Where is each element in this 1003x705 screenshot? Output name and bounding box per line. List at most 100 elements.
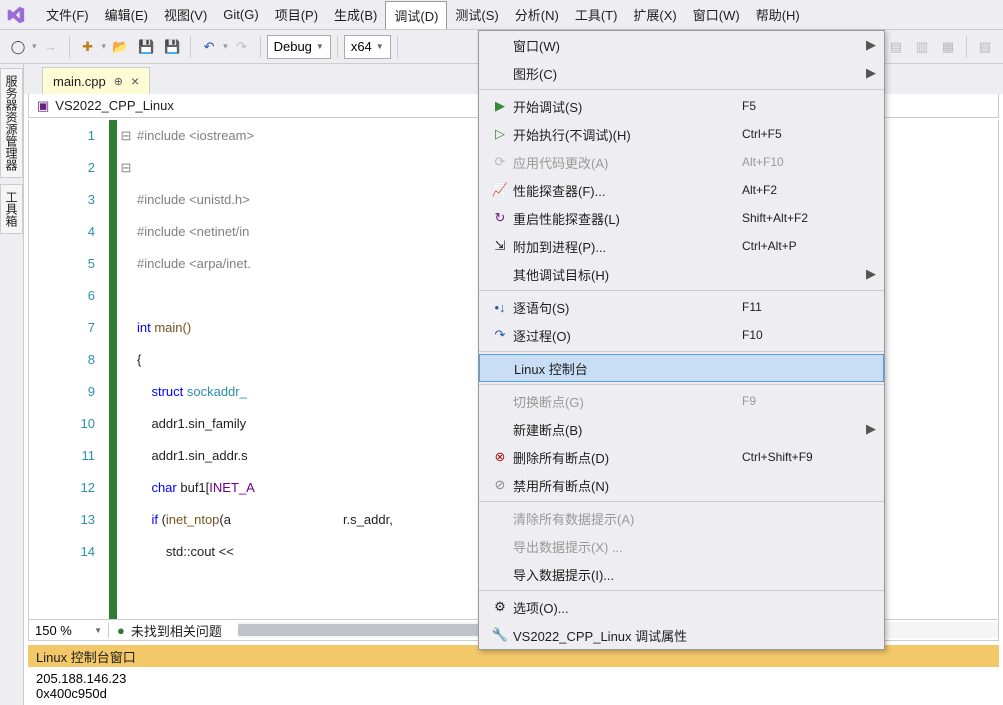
save-all-icon[interactable]: 💾 xyxy=(160,35,184,59)
zoom-dropdown[interactable]: 150 %▼ xyxy=(29,623,109,638)
issues-indicator[interactable]: ●未找到相关问题 xyxy=(109,621,230,640)
nav-back-icon[interactable]: ◯ xyxy=(6,35,30,59)
menu-item[interactable]: ▷开始执行(不调试)(H)Ctrl+F5 xyxy=(479,120,884,148)
menu-item-label: 重启性能探查器(L) xyxy=(513,209,742,228)
menu-item-label: 开始调试(S) xyxy=(513,97,742,116)
cpp-icon: ▣ xyxy=(37,98,49,114)
crumb-project: VS2022_CPP_Linux xyxy=(55,98,174,113)
step-over-icon: ↷ xyxy=(487,327,513,343)
menu-item: 切换断点(G)F9 xyxy=(479,387,884,415)
file-tab-main-cpp[interactable]: main.cpp ⊕ × xyxy=(42,67,150,94)
pin-icon[interactable]: ⊕ xyxy=(114,75,123,88)
menu-item[interactable]: ⊘禁用所有断点(N) xyxy=(479,471,884,499)
nav-fwd-icon: → xyxy=(39,35,63,59)
menu-item[interactable]: 新建断点(B) ▶ xyxy=(479,415,884,443)
vs-logo-icon xyxy=(4,5,32,25)
menu-item-label: 新建断点(B) xyxy=(513,420,742,439)
change-bar xyxy=(109,120,117,619)
undo-icon[interactable]: ↶ xyxy=(197,35,221,59)
menu-item-shortcut: F9 xyxy=(742,394,862,408)
menu-item-shortcut: F10 xyxy=(742,328,862,342)
menu-extensions[interactable]: 扩展(X) xyxy=(625,1,684,28)
perf-restart-icon: ↻ xyxy=(487,210,513,226)
menu-item-label: Linux 控制台 xyxy=(514,359,741,378)
menu-item-shortcut: F11 xyxy=(742,300,862,314)
tool-icon-5: ▧ xyxy=(973,35,997,59)
menu-item-label: 窗口(W) xyxy=(513,36,742,55)
dis-bp-icon: ⊘ xyxy=(487,477,513,493)
menu-item: 清除所有数据提示(A) xyxy=(479,504,884,532)
menu-item[interactable]: ⊗删除所有断点(D)Ctrl+Shift+F9 xyxy=(479,443,884,471)
config-dropdown[interactable]: Debug▼ xyxy=(267,35,331,59)
tool-icon-3: ▥ xyxy=(910,35,934,59)
menu-item[interactable]: ⇲附加到进程(P)...Ctrl+Alt+P xyxy=(479,232,884,260)
open-icon[interactable]: 📂 xyxy=(108,35,132,59)
console-line: 0x400c950d xyxy=(36,686,991,701)
menu-item-shortcut: Alt+F10 xyxy=(742,155,862,169)
menu-item-label: 清除所有数据提示(A) xyxy=(513,509,742,528)
menu-item-shortcut: Ctrl+Shift+F9 xyxy=(742,450,862,464)
menu-item[interactable]: 📈性能探查器(F)...Alt+F2 xyxy=(479,176,884,204)
dock-server-explorer[interactable]: 服务器资源管理器 xyxy=(0,68,23,178)
menu-item[interactable]: •↓逐语句(S)F11 xyxy=(479,293,884,321)
menu-item-label: 选项(O)... xyxy=(513,598,742,617)
menu-item[interactable]: ↻重启性能探查器(L)Shift+Alt+F2 xyxy=(479,204,884,232)
menu-item-label: 逐过程(O) xyxy=(513,326,742,345)
play-green-icon: ▶ xyxy=(487,98,513,114)
menu-item[interactable]: 图形(C) ▶ xyxy=(479,59,884,87)
menu-file[interactable]: 文件(F) xyxy=(38,1,97,28)
submenu-arrow-icon: ▶ xyxy=(862,65,876,81)
menu-item-label: 导入数据提示(I)... xyxy=(513,565,742,584)
menubar: 文件(F) 编辑(E) 视图(V) Git(G) 项目(P) 生成(B) 调试(… xyxy=(0,0,1003,30)
menu-build[interactable]: 生成(B) xyxy=(326,1,385,28)
attach-icon: ⇲ xyxy=(487,238,513,254)
menu-window[interactable]: 窗口(W) xyxy=(685,1,748,28)
line-gutter: 1234567891011121314 xyxy=(29,120,109,619)
menu-analyze[interactable]: 分析(N) xyxy=(507,1,567,28)
menu-item-label: VS2022_CPP_Linux 调试属性 xyxy=(513,626,742,645)
menu-item[interactable]: 🔧VS2022_CPP_Linux 调试属性 xyxy=(479,621,884,649)
close-icon[interactable]: × xyxy=(131,73,139,89)
menu-item-shortcut: Ctrl+F5 xyxy=(742,127,862,141)
menu-debug[interactable]: 调试(D) xyxy=(385,1,447,29)
menu-item-label: 性能探查器(F)... xyxy=(513,181,742,200)
menu-item[interactable]: ⚙选项(O)... xyxy=(479,593,884,621)
play-outline-icon: ▷ xyxy=(487,126,513,142)
submenu-arrow-icon: ▶ xyxy=(862,266,876,282)
menu-item-shortcut: F5 xyxy=(742,99,862,113)
submenu-arrow-icon: ▶ xyxy=(862,37,876,53)
menu-item[interactable]: 导入数据提示(I)... xyxy=(479,560,884,588)
new-file-icon[interactable]: ✚ xyxy=(76,35,100,59)
menu-item: 导出数据提示(X) ... xyxy=(479,532,884,560)
menu-item-label: 切换断点(G) xyxy=(513,392,742,411)
platform-dropdown[interactable]: x64▼ xyxy=(344,35,391,59)
submenu-arrow-icon: ▶ xyxy=(862,421,876,437)
menu-view[interactable]: 视图(V) xyxy=(156,1,215,28)
menu-git[interactable]: Git(G) xyxy=(215,3,266,26)
redo-icon: ↷ xyxy=(230,35,254,59)
menu-test[interactable]: 测试(S) xyxy=(447,1,506,28)
menu-item-label: 导出数据提示(X) ... xyxy=(513,537,742,556)
menu-edit[interactable]: 编辑(E) xyxy=(97,1,156,28)
menu-item-shortcut: Ctrl+Alt+P xyxy=(742,239,862,253)
refresh-dis-icon: ⟳ xyxy=(487,154,513,170)
menu-help[interactable]: 帮助(H) xyxy=(748,1,808,28)
menu-item[interactable]: ▶开始调试(S)F5 xyxy=(479,92,884,120)
wrench-icon: 🔧 xyxy=(487,627,513,643)
menu-tools[interactable]: 工具(T) xyxy=(567,1,626,28)
menu-item[interactable]: ↷逐过程(O)F10 xyxy=(479,321,884,349)
menu-item-label: 删除所有断点(D) xyxy=(513,448,742,467)
menu-item-label: 开始执行(不调试)(H) xyxy=(513,125,742,144)
dock-toolbox[interactable]: 工具箱 xyxy=(0,184,23,234)
menu-item[interactable]: 窗口(W) ▶ xyxy=(479,31,884,59)
menu-item[interactable]: 其他调试目标(H)▶ xyxy=(479,260,884,288)
menu-item-label: 应用代码更改(A) xyxy=(513,153,742,172)
tool-icon-2: ▤ xyxy=(884,35,908,59)
fold-column[interactable]: ⊟⊟ xyxy=(117,120,135,619)
menu-item[interactable]: Linux 控制台 xyxy=(479,354,884,382)
menu-item-label: 图形(C) xyxy=(513,64,742,83)
menu-item-shortcut: Alt+F2 xyxy=(742,183,862,197)
menu-project[interactable]: 项目(P) xyxy=(267,1,326,28)
save-icon[interactable]: 💾 xyxy=(134,35,158,59)
perf-icon: 📈 xyxy=(487,182,513,198)
